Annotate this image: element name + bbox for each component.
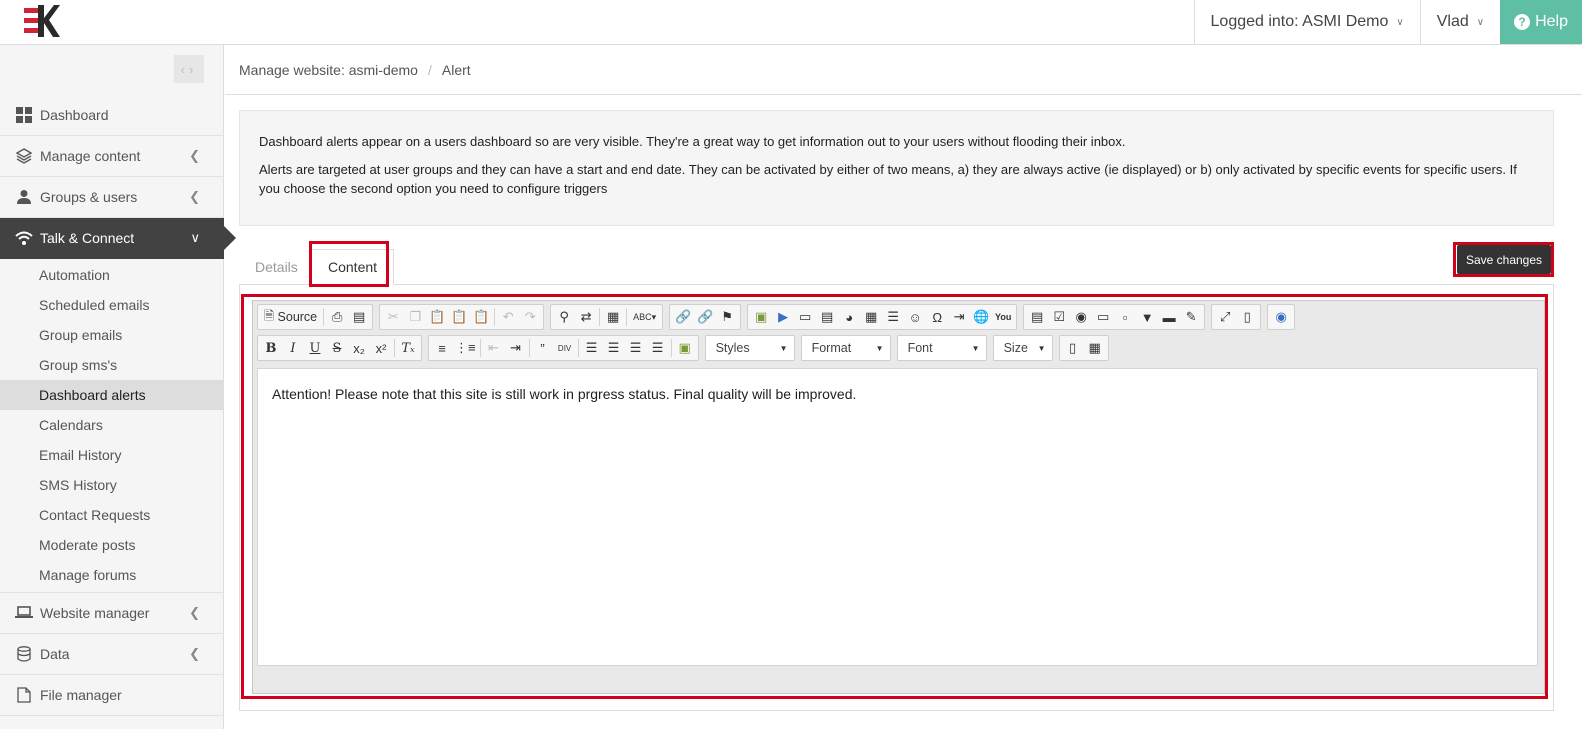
chevron-left-icon: ❮ <box>189 148 200 163</box>
sidebar-item-label: Talk & Connect <box>40 230 135 246</box>
user-icon <box>15 189 33 205</box>
tab-details[interactable]: Details <box>239 249 314 285</box>
sidebar-subitem-scheduled-emails[interactable]: Scheduled emails <box>0 290 224 320</box>
info-box: Dashboard alerts appear on a users dashb… <box>239 110 1554 226</box>
sidebar-subitem-calendars[interactable]: Calendars <box>0 410 224 440</box>
sidebar-item-label: Website manager <box>40 605 150 621</box>
talk-connect-submenu: Automation Scheduled emails Group emails… <box>0 259 224 593</box>
sidebar-item-data[interactable]: Data ❮ <box>0 634 224 675</box>
breadcrumb-current: Alert <box>441 61 471 78</box>
info-paragraph: Alerts are targeted at user groups and t… <box>259 162 1517 196</box>
user-name: Vlad <box>1436 13 1469 30</box>
account-switcher[interactable]: Logged into: ASMI Demo ∨ <box>1193 0 1420 44</box>
highlight-box-editor <box>241 294 1548 699</box>
sidebar-item-file-manager[interactable]: File manager <box>0 675 224 716</box>
app-logo[interactable] <box>24 5 60 37</box>
sidebar-collapse-button[interactable]: ‹› <box>174 55 204 83</box>
layers-icon <box>15 148 33 164</box>
wifi-icon <box>15 230 33 246</box>
sidebar-subitem-contact-requests[interactable]: Contact Requests <box>0 500 224 530</box>
chevron-down-icon: ∨ <box>1476 16 1485 28</box>
sidebar-subitem-manage-forums[interactable]: Manage forums <box>0 560 224 590</box>
sidebar-subitem-moderate-posts[interactable]: Moderate posts <box>0 530 224 560</box>
database-icon <box>15 646 33 662</box>
tab-bar: Details Content <box>239 241 1554 285</box>
chevron-left-icon: ❮ <box>189 646 200 661</box>
file-icon <box>15 687 33 703</box>
sidebar-subitem-sms-history[interactable]: SMS History <box>0 470 224 500</box>
laptop-icon <box>15 605 33 621</box>
help-button[interactable]: ? Help <box>1500 0 1582 44</box>
chevron-left-icon: ❮ <box>189 189 200 204</box>
sidebar-item-label: Manage content <box>40 148 141 164</box>
sidebar-item-label: Data <box>40 646 70 662</box>
sidebar-item-website-manager[interactable]: Website manager ❮ <box>0 593 224 634</box>
help-label: Help <box>1535 13 1568 30</box>
chevron-left-icon: ❮ <box>189 605 200 620</box>
sidebar-item-label: Dashboard <box>40 107 109 123</box>
dashboard-icon <box>15 107 33 123</box>
sidebar-subitem-automation[interactable]: Automation <box>0 260 224 290</box>
sidebar-item-groups-users[interactable]: Groups & users ❮ <box>0 177 224 218</box>
sidebar-nav: Dashboard Manage content ❮ Groups & user… <box>0 95 236 716</box>
sidebar-subitem-group-emails[interactable]: Group emails <box>0 320 224 350</box>
highlight-box-content-tab <box>309 241 389 287</box>
highlight-box-save <box>1453 242 1554 277</box>
chevron-down-icon: ∨ <box>1396 16 1404 28</box>
sidebar-item-manage-content[interactable]: Manage content ❮ <box>0 136 224 177</box>
sidebar-subitem-group-sms[interactable]: Group sms's <box>0 350 224 380</box>
breadcrumb-site-link[interactable]: Manage website: asmi-demo <box>239 62 418 78</box>
sidebar-item-label: File manager <box>40 687 122 703</box>
sidebar-subitem-email-history[interactable]: Email History <box>0 440 224 470</box>
sidebar-item-label: Groups & users <box>40 189 138 205</box>
breadcrumb: Manage website: asmi-demo / Alert <box>225 45 1582 95</box>
sidebar-item-talk-connect[interactable]: Talk & Connect ∨ <box>0 218 236 259</box>
logged-into-label: Logged into: ASMI Demo <box>1210 13 1389 30</box>
info-paragraph: Dashboard alerts appear on a users dashb… <box>259 134 1126 149</box>
sidebar-subitem-dashboard-alerts[interactable]: Dashboard alerts <box>0 380 224 410</box>
chevron-down-icon: ∨ <box>190 230 200 245</box>
breadcrumb-separator: / <box>427 61 432 78</box>
question-icon: ? <box>1514 14 1531 30</box>
sidebar: ‹› Dashboard Manage content ❮ Groups & u… <box>0 45 236 729</box>
sidebar-item-dashboard[interactable]: Dashboard <box>0 95 224 136</box>
user-menu[interactable]: Vlad ∨ <box>1419 0 1500 44</box>
top-bar: Logged into: ASMI Demo ∨ Vlad ∨ ? Help <box>0 0 1582 45</box>
